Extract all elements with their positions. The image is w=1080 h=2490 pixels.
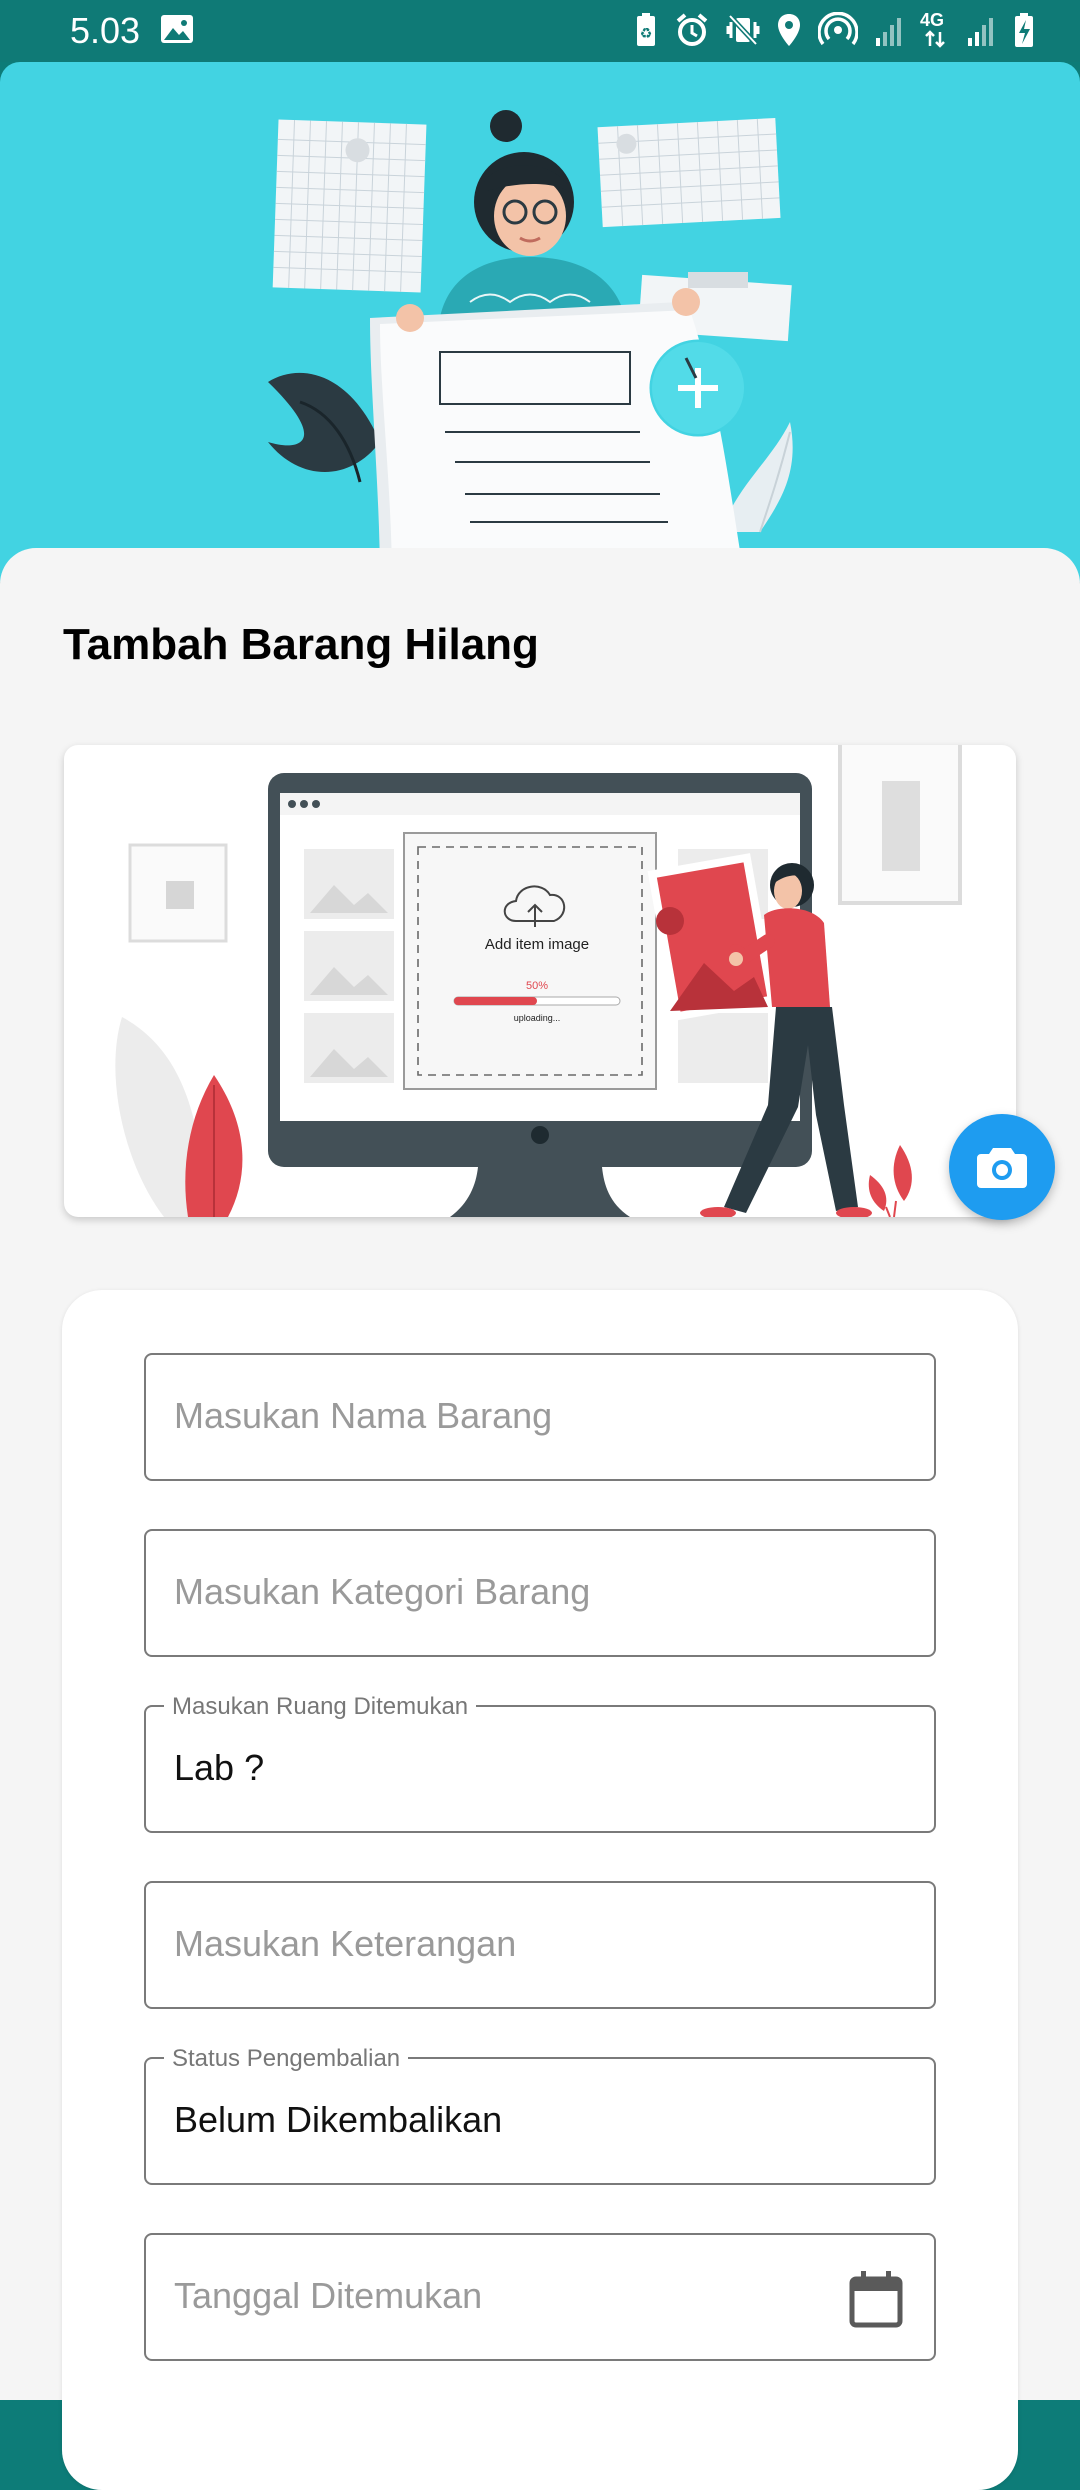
network-type-label: 4G: [920, 10, 945, 30]
upload-status-text: uploading...: [514, 1013, 561, 1023]
document-person-illustration: [268, 110, 793, 582]
calendar-icon[interactable]: [848, 2269, 904, 2329]
kategori-barang-field[interactable]: Masukan Kategori Barang: [144, 1529, 936, 1657]
hotspot-icon: [817, 11, 859, 48]
alarm-icon: [674, 12, 710, 48]
tanggal-ditemukan-field[interactable]: Tanggal Ditemukan: [144, 2233, 936, 2361]
tanggal-ditemukan-placeholder: Tanggal Ditemukan: [174, 2275, 483, 2316]
ruang-ditemukan-field[interactable]: Masukan Ruang Ditemukan Lab ?: [144, 1693, 936, 1833]
keterangan-placeholder: Masukan Keterangan: [174, 1923, 517, 1964]
location-icon: [776, 12, 802, 48]
kategori-barang-placeholder: Masukan Kategori Barang: [174, 1571, 591, 1612]
battery-saver-icon: ♻: [634, 12, 658, 48]
keterangan-field[interactable]: Masukan Keterangan: [144, 1881, 936, 2009]
svg-text:♻: ♻: [640, 26, 653, 42]
upload-caption: Add item image: [485, 936, 589, 953]
status-pengembalian-field[interactable]: Status Pengembalian Belum Dikembalikan: [144, 2045, 936, 2185]
upload-progress-fill: [454, 997, 537, 1005]
hero-illustration: [0, 62, 1080, 582]
ruang-ditemukan-label: Masukan Ruang Ditemukan: [164, 1693, 477, 1721]
status-bar: 5.03 ♻ 4G: [0, 0, 1080, 62]
status-icons: ♻ 4G: [634, 10, 1036, 48]
upload-illustration: Add item image 50% uploading...: [115, 745, 962, 1217]
item-image-card[interactable]: Add item image 50% uploading...: [64, 745, 1016, 1217]
upload-progress-text: 50%: [526, 980, 548, 992]
ruang-ditemukan-value: Lab ?: [174, 1747, 265, 1788]
camera-button[interactable]: [949, 1114, 1055, 1220]
network-type-icon: 4G: [920, 10, 950, 48]
nama-barang-placeholder: Masukan Nama Barang: [174, 1395, 553, 1436]
page-title: Tambah Barang Hilang: [63, 620, 539, 669]
image-notification-icon: [161, 15, 193, 43]
battery-charging-icon: [1012, 12, 1036, 48]
status-pengembalian-label: Status Pengembalian: [164, 2045, 409, 2073]
nama-barang-field[interactable]: Masukan Nama Barang: [144, 1353, 936, 1481]
signal-1-icon: [874, 12, 904, 48]
status-time: 5.03: [70, 10, 141, 51]
signal-2-icon: [966, 12, 996, 48]
status-pengembalian-value: Belum Dikembalikan: [174, 2099, 503, 2140]
vibrate-icon: [726, 12, 760, 48]
camera-icon: [977, 1148, 1027, 1188]
